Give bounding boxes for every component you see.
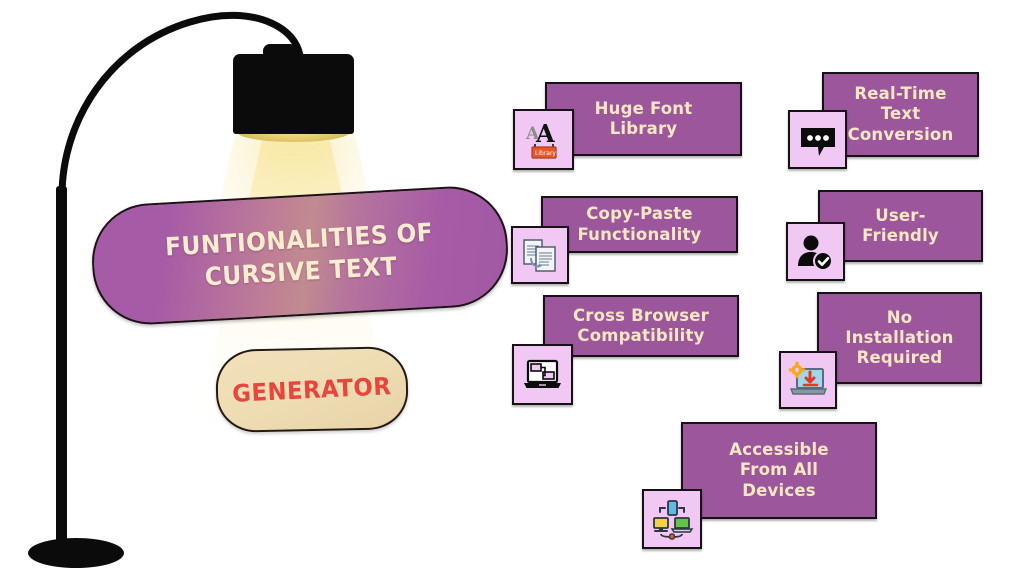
laptop-browser-icon (524, 359, 561, 388)
svg-text:Library: Library (535, 150, 556, 157)
feature-label: Accessible From All Devices (729, 440, 829, 500)
svg-text:A: A (535, 119, 555, 148)
feature-icon-box-no-installation-required (779, 351, 837, 409)
feature-card-accessible-from-all-devices[interactable]: Accessible From All Devices (681, 422, 877, 519)
lamp-knob (263, 44, 297, 62)
page-title: FUNTIONALITIES OF CURSIVE TEXT (164, 217, 434, 291)
title-banner: FUNTIONALITIES OF CURSIVE TEXT (88, 183, 512, 328)
user-check-icon (797, 235, 833, 271)
feature-icon-box-user-friendly (786, 222, 845, 281)
generator-label: GENERATOR (231, 371, 393, 408)
font-library-icon: A A Library (525, 119, 557, 159)
feature-card-huge-font-library[interactable]: Huge Font Library (545, 82, 742, 156)
lamp-pole (56, 186, 67, 554)
feature-card-no-installation-required[interactable]: No Installation Required (817, 292, 982, 384)
feature-label: No Installation Required (845, 307, 954, 368)
feature-label: Copy-Paste Functionality (577, 204, 702, 244)
infographic-canvas: FUNTIONALITIES OF CURSIVE TEXT GENERATOR… (0, 0, 1024, 576)
lamp-shade (233, 58, 354, 134)
multi-device-network-icon (653, 500, 694, 540)
lamp-base (28, 538, 124, 568)
feature-label: Huge Font Library (594, 98, 693, 138)
feature-label: Cross Browser Compatibility (572, 305, 709, 345)
feature-icon-box-copy-paste-functionality (511, 226, 569, 284)
feature-icon-box-huge-font-library: A A Library (513, 109, 574, 170)
copy-documents-icon (523, 239, 556, 272)
feature-label: User- Friendly (862, 205, 939, 245)
speech-bubble-icon (800, 127, 835, 156)
feature-label: Real-Time Text Conversion (847, 84, 954, 144)
feature-card-copy-paste-functionality[interactable]: Copy-Paste Functionality (541, 196, 738, 253)
generator-capsule: GENERATOR (215, 345, 409, 434)
feature-icon-box-cross-browser-compatibility (512, 344, 573, 405)
laptop-download-gear-icon (788, 361, 828, 395)
feature-icon-box-accessible-from-all-devices (642, 489, 702, 549)
feature-icon-box-real-time-text-conversion (788, 110, 847, 169)
